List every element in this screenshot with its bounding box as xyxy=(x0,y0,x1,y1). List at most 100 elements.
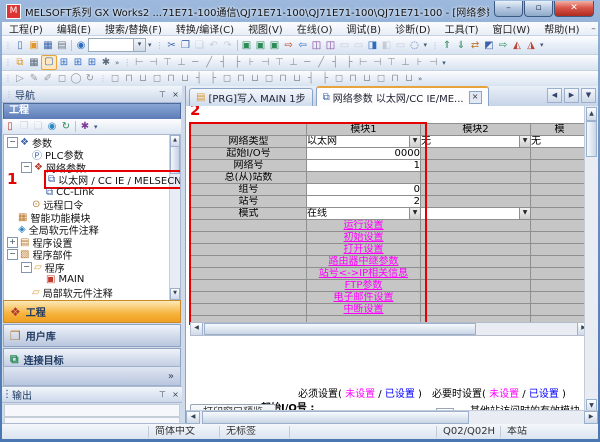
copy-icon[interactable]: ❐ xyxy=(179,39,193,52)
menu-item[interactable]: 工程(P) xyxy=(2,21,50,36)
toolbar-combobox[interactable]: ▾ xyxy=(88,38,146,52)
tab-scroll-right-icon[interactable]: ▶ xyxy=(564,88,579,103)
ladder-symbol-icon[interactable]: ⊔ xyxy=(248,72,262,85)
toolbar-grip[interactable]: ⋮ xyxy=(154,41,165,50)
project-tree-icon[interactable]: ⧉ xyxy=(13,56,27,69)
pin-icon[interactable]: ⊤ xyxy=(156,390,169,399)
edit-tool-icon[interactable]: ↻ xyxy=(83,72,97,85)
ladder-symbol-icon[interactable]: ⊓ xyxy=(388,72,402,85)
document-vertical-scrollbar[interactable]: ▲ ▼ xyxy=(584,106,598,414)
ladder-symbol-icon[interactable]: ◻ xyxy=(374,72,388,85)
grid-link-cell[interactable]: 电子邮件设置 xyxy=(307,292,421,304)
ladder-symbol-icon[interactable]: ⊓ xyxy=(122,72,136,85)
grid-dropdown-cell[interactable]: 无▼ xyxy=(421,136,531,148)
setting-link[interactable]: 站号<->IP相关信息 xyxy=(319,268,408,279)
read-from-plc-icon[interactable]: ⇦ xyxy=(296,39,310,52)
switcher-工程[interactable]: ❖工程 xyxy=(3,300,181,323)
toolbar-overflow-icon[interactable]: » xyxy=(113,59,121,67)
tree-scrollbar[interactable]: ▲ ▼ xyxy=(169,135,180,300)
ladder-symbol-icon[interactable]: ⊓ xyxy=(234,72,248,85)
tool-icon[interactable]: ▭ xyxy=(394,39,408,52)
close-icon[interactable]: × xyxy=(169,90,182,99)
maximize-button[interactable]: ▫ xyxy=(524,1,553,17)
tree-expander[interactable]: − xyxy=(7,249,18,260)
scroll-right-icon[interactable]: ▶ xyxy=(584,411,598,424)
ladder-symbol-icon[interactable]: ⊥ xyxy=(174,56,188,69)
toolbar-grip[interactable]: ⋮ xyxy=(429,41,440,50)
tree-item[interactable]: ⧉以太网 / CC IE / MELSECNET xyxy=(35,174,181,187)
grid-input-cell[interactable]: 0000 xyxy=(307,148,421,160)
tree-item[interactable]: −▱程序 xyxy=(21,261,65,274)
verify-icon[interactable]: ◫ xyxy=(310,39,324,52)
grid-link-cell[interactable]: 打开设置 xyxy=(307,244,421,256)
required-set-link[interactable]: 已设置 xyxy=(385,389,415,400)
ladder-symbol-icon[interactable]: ⊓ xyxy=(276,72,290,85)
ladder-symbol-icon[interactable]: ┤ xyxy=(192,72,206,85)
grid-link-cell[interactable]: 中断设置 xyxy=(307,304,421,316)
copy-data-icon[interactable]: ❐ xyxy=(17,120,31,133)
parameter-tool-icon[interactable]: ✱ xyxy=(99,56,113,69)
data-info-icon[interactable]: ◉ xyxy=(45,120,59,133)
menu-item[interactable]: 转换/编译(C) xyxy=(169,21,241,36)
optional-set-link[interactable]: 已设置 xyxy=(529,389,559,400)
toolbar-overflow-icon[interactable]: ▾ xyxy=(440,59,448,67)
scrollbar-thumb[interactable] xyxy=(204,323,476,335)
ladder-symbol-icon[interactable]: ⊓ xyxy=(346,72,360,85)
cut-icon[interactable]: ✂ xyxy=(165,39,179,52)
setting-link[interactable]: 中断设置 xyxy=(344,304,384,315)
ladder-symbol-icon[interactable]: ⊤ xyxy=(272,56,286,69)
minimize-button[interactable]: – xyxy=(494,1,523,17)
toolbar-overflow-icon[interactable]: ▾ xyxy=(422,41,430,49)
chevron-down-icon[interactable]: ▼ xyxy=(409,136,420,147)
panel-grip[interactable]: ⋮ xyxy=(2,90,15,99)
menu-item[interactable]: 在线(O) xyxy=(290,21,340,36)
help-icon[interactable]: ◉ xyxy=(74,39,88,52)
scrollbar-thumb[interactable] xyxy=(202,411,469,424)
new-data-icon[interactable]: ▯ xyxy=(3,120,17,133)
menu-item[interactable]: 窗口(W) xyxy=(486,21,538,36)
required-unset-link[interactable]: 未设置 xyxy=(345,389,375,400)
tab-scroll-left-icon[interactable]: ◀ xyxy=(547,88,562,103)
ladder-symbol-icon[interactable]: ┤ xyxy=(216,56,230,69)
monitor-stop-icon[interactable]: ▣ xyxy=(254,39,268,52)
ladder-symbol-icon[interactable]: ⊢ xyxy=(132,56,146,69)
switcher-用户库[interactable]: ❒用户库 xyxy=(3,324,181,347)
switcher-collapse-bar[interactable]: » xyxy=(3,366,181,386)
tree-expander[interactable]: + xyxy=(7,237,18,248)
print-icon[interactable]: ▤ xyxy=(55,39,69,52)
scrollbar-thumb[interactable] xyxy=(586,121,597,157)
redo-icon[interactable]: ↷ xyxy=(221,39,235,52)
scroll-left-icon[interactable]: ◀ xyxy=(191,323,203,335)
verify2-icon[interactable]: ◫ xyxy=(324,39,338,52)
filter-icon[interactable]: ✱ xyxy=(78,120,92,133)
grid-input-cell[interactable]: 0 xyxy=(307,184,421,196)
ladder-symbol-icon[interactable]: ⊔ xyxy=(402,72,416,85)
ladder-symbol-icon[interactable]: ⊤ xyxy=(384,56,398,69)
ladder-symbol-icon[interactable]: ─ xyxy=(300,56,314,69)
grid-input-cell[interactable]: 1 xyxy=(307,160,421,172)
tool-icon[interactable]: ◭ xyxy=(510,39,524,52)
compare-icon[interactable]: ◩ xyxy=(482,39,496,52)
menu-item[interactable]: 编辑(E) xyxy=(50,21,98,36)
upload-icon[interactable]: ⇑ xyxy=(440,39,454,52)
ladder-symbol-icon[interactable]: ⊔ xyxy=(290,72,304,85)
toolbar-grip[interactable]: ⋮ xyxy=(2,41,13,50)
grid-link-cell[interactable]: 路由器中继参数 xyxy=(307,256,421,268)
menu-item[interactable]: 帮助(H) xyxy=(537,21,586,36)
menu-item[interactable]: 诊断(D) xyxy=(388,21,438,36)
monitor-mode-icon[interactable]: ▣ xyxy=(268,39,282,52)
tab-close-button[interactable]: × xyxy=(469,91,482,104)
ladder-symbol-icon[interactable]: ├ xyxy=(206,72,220,85)
menu-item[interactable]: 工具(T) xyxy=(438,21,486,36)
setting-link[interactable]: FTP参数 xyxy=(345,280,383,291)
grid-view-icon[interactable]: ⊞ xyxy=(85,56,99,69)
monitor-start-icon[interactable]: ▣ xyxy=(240,39,254,52)
toolbar-overflow-icon[interactable]: » xyxy=(416,75,424,83)
grid-horizontal-scrollbar[interactable]: ◀ ▶ xyxy=(190,322,590,336)
refresh-icon[interactable]: ↻ xyxy=(59,120,73,133)
module-icon[interactable]: ▦ xyxy=(27,56,41,69)
ladder-symbol-icon[interactable]: ⊦ xyxy=(244,56,258,69)
write-to-plc-icon[interactable]: ⇨ xyxy=(282,39,296,52)
ladder-symbol-icon[interactable]: ⊥ xyxy=(398,56,412,69)
zoom-icon[interactable]: ◌ xyxy=(408,39,422,52)
